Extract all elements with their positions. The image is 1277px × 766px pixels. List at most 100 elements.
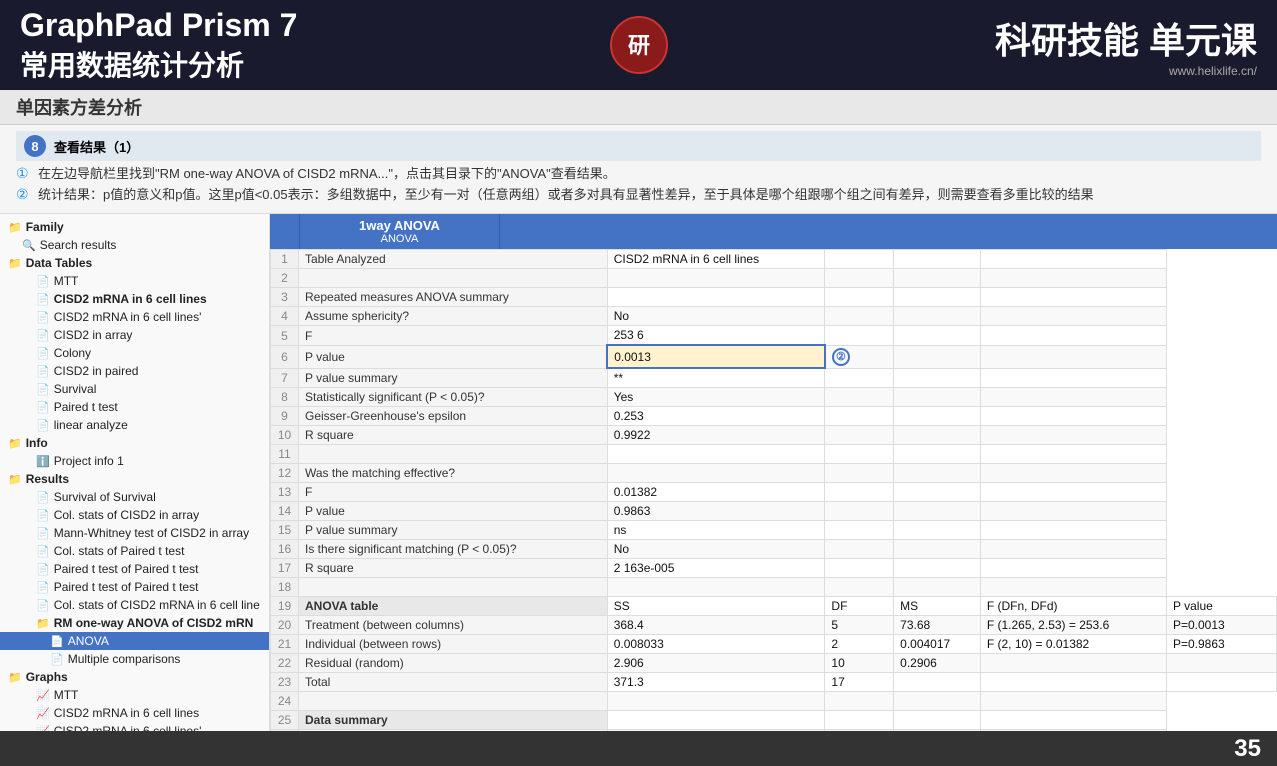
sidebar-item-survival[interactable]: 📄Survival	[0, 380, 269, 398]
step-section: 8 查看结果（1） ① 在左边导航栏里找到"RM one-way ANOVA o…	[0, 125, 1277, 214]
sidebar-item-cisd2-array[interactable]: 📄CISD2 in array	[0, 326, 269, 344]
sidebar-item-graphs-cisd2-6p[interactable]: 📈CISD2 mRNA in 6 cell lines'	[0, 722, 269, 731]
sidebar-item-data-tables[interactable]: 📁Data Tables	[0, 254, 269, 272]
sidebar-icon-col-stats-paired: 📄	[36, 545, 50, 558]
sidebar-item-project-info-1[interactable]: ℹ️Project info 1	[0, 452, 269, 470]
sidebar-label-cisd2-array: CISD2 in array	[54, 328, 133, 342]
table-header-label: 1way ANOVA ANOVA	[300, 214, 500, 249]
sidebar-icon-graphs: 📁	[8, 671, 22, 684]
header: GraphPad Prism 7 常用数据统计分析 研 科研技能 单元课 www…	[0, 0, 1277, 90]
row-extra3: F (DFn, DFd)	[980, 597, 1166, 616]
row-number: 4	[271, 307, 299, 326]
sidebar-icon-family: 📁	[8, 221, 22, 234]
sidebar-item-survival-survival[interactable]: 📄Survival of Survival	[0, 488, 269, 506]
sidebar-item-col-stats-array[interactable]: 📄Col. stats of CISD2 in array	[0, 506, 269, 524]
sidebar-label-survival-survival: Survival of Survival	[54, 490, 156, 504]
row-label: Is there significant matching (P < 0.05)…	[299, 540, 608, 559]
page-number: 35	[1234, 735, 1261, 763]
row-extra2	[894, 559, 981, 578]
row-extra	[825, 692, 894, 711]
table-row: 8Statistically significant (P < 0.05)?Ye…	[271, 388, 1277, 407]
sidebar-icon-paired-t-test: 📄	[36, 563, 50, 576]
step-header: 8 查看结果（1）	[16, 131, 1261, 161]
row-extra2: 0.004017	[894, 635, 981, 654]
sidebar-item-col-stats-cisd2-6[interactable]: 📄Col. stats of CISD2 mRNA in 6 cell line	[0, 596, 269, 614]
row-value	[607, 578, 825, 597]
sidebar-label-cisd2-paired: CISD2 in paired	[54, 364, 139, 378]
row-value: Yes	[607, 388, 825, 407]
row-value	[607, 269, 825, 288]
row-value: SS	[607, 597, 825, 616]
sidebar-item-col-stats-paired[interactable]: 📄 Col. stats of Paired t test	[0, 542, 269, 560]
sidebar-item-linear-analyze[interactable]: 📄linear analyze	[0, 416, 269, 434]
sidebar-icon-graphs-mtt: 📈	[36, 689, 50, 702]
sidebar-label-paired-t-test: Paired t test of Paired t test	[54, 562, 199, 576]
sidebar-label-paired-t-test2: Paired t test of Paired t test	[54, 580, 199, 594]
sidebar-item-paired-t-test[interactable]: 📄 Paired t test of Paired t test	[0, 560, 269, 578]
sidebar-icon-mannwhitney: 📄	[36, 527, 50, 540]
row-extra	[825, 368, 894, 388]
sidebar-item-paired-t[interactable]: 📄Paired t test	[0, 398, 269, 416]
row-extra: 17	[825, 673, 894, 692]
table-row: 12Was the matching effective?	[271, 464, 1277, 483]
sidebar-label-col-stats-paired: Col. stats of Paired t test	[54, 544, 185, 558]
sidebar-item-rm-oneway[interactable]: 📁RM one-way ANOVA of CISD2 mRN	[0, 614, 269, 632]
row-label: P value summary	[299, 368, 608, 388]
table-row: 15P value summaryns	[271, 521, 1277, 540]
row-extra3	[980, 711, 1166, 730]
row-label: Table Analyzed	[299, 250, 608, 269]
sidebar-item-graphs-mtt[interactable]: 📈MTT	[0, 686, 269, 704]
sidebar-item-mtt[interactable]: 📄MTT	[0, 272, 269, 290]
row-extra3	[980, 250, 1166, 269]
sidebar-item-search-results[interactable]: 🔍Search results	[0, 236, 269, 254]
row-extra2: MS	[894, 597, 981, 616]
row-extra3	[980, 540, 1166, 559]
sidebar-item-family[interactable]: 📁Family	[0, 218, 269, 236]
sidebar-label-multiple-comparisons: Multiple comparisons	[68, 652, 181, 666]
row-value	[607, 692, 825, 711]
sidebar-label-mannwhitney: Mann-Whitney test of CISD2 in array	[54, 526, 249, 540]
row-number: 16	[271, 540, 299, 559]
row-extra2	[894, 407, 981, 426]
row-extra2	[894, 521, 981, 540]
sidebar-item-paired-t-test2[interactable]: 📄Paired t test of Paired t test	[0, 578, 269, 596]
sidebar-item-anova-selected[interactable]: 📄ANOVA	[0, 632, 269, 650]
row-extra3	[980, 368, 1166, 388]
sidebar-item-cisd2-6[interactable]: 📄CISD2 mRNA in 6 cell lines	[0, 290, 269, 308]
table-row: 10R square0.9922	[271, 426, 1277, 445]
sidebar-label-col-stats-array: Col. stats of CISD2 in array	[54, 508, 199, 522]
row-extra	[825, 407, 894, 426]
row-value	[607, 711, 825, 730]
sidebar-item-graphs[interactable]: 📁Graphs	[0, 668, 269, 686]
row-value: **	[607, 368, 825, 388]
row-extra3	[980, 578, 1166, 597]
sidebar-item-results[interactable]: 📁Results	[0, 470, 269, 488]
sidebar-label-col-stats-cisd2-6: Col. stats of CISD2 mRNA in 6 cell line	[54, 598, 260, 612]
footer: 35	[0, 731, 1277, 766]
sidebar-icon-survival: 📄	[36, 383, 50, 396]
step-label: 查看结果（1）	[54, 137, 139, 156]
row-label: Data summary	[299, 711, 608, 730]
sidebar-item-multiple-comparisons[interactable]: 📄Multiple comparisons	[0, 650, 269, 668]
row-label: R square	[299, 426, 608, 445]
row-number: 2	[271, 269, 299, 288]
sidebar-item-colony[interactable]: 📄Colony	[0, 344, 269, 362]
sidebar-item-mannwhitney[interactable]: 📄 Mann-Whitney test of CISD2 in array	[0, 524, 269, 542]
main-area: 📁Family🔍Search results📁Data Tables📄MTT📄C…	[0, 214, 1277, 731]
row-label: Was the matching effective?	[299, 464, 608, 483]
row-extra	[825, 502, 894, 521]
row-extra	[825, 483, 894, 502]
step-text-1: 在左边导航栏里找到"RM one-way ANOVA of CISD2 mRNA…	[38, 165, 616, 183]
row-extra2	[894, 730, 981, 732]
sidebar-item-graphs-cisd2-6[interactable]: 📈CISD2 mRNA in 6 cell lines	[0, 704, 269, 722]
row-label: R square	[299, 559, 608, 578]
sidebar-icon-cisd2-paired: 📄	[36, 365, 50, 378]
sidebar-icon-graphs-cisd2-6p: 📈	[36, 725, 50, 732]
row-label: P value	[299, 502, 608, 521]
row-extra3: F (1.265, 2.53) = 253.6	[980, 616, 1166, 635]
row-value: 2.906	[607, 654, 825, 673]
sidebar-item-cisd2-paired[interactable]: 📄 CISD2 in paired	[0, 362, 269, 380]
sidebar-icon-linear-analyze: 📄	[36, 419, 50, 432]
sidebar-item-cisd2-6p[interactable]: 📄CISD2 mRNA in 6 cell lines'	[0, 308, 269, 326]
sidebar-item-info[interactable]: 📁Info	[0, 434, 269, 452]
